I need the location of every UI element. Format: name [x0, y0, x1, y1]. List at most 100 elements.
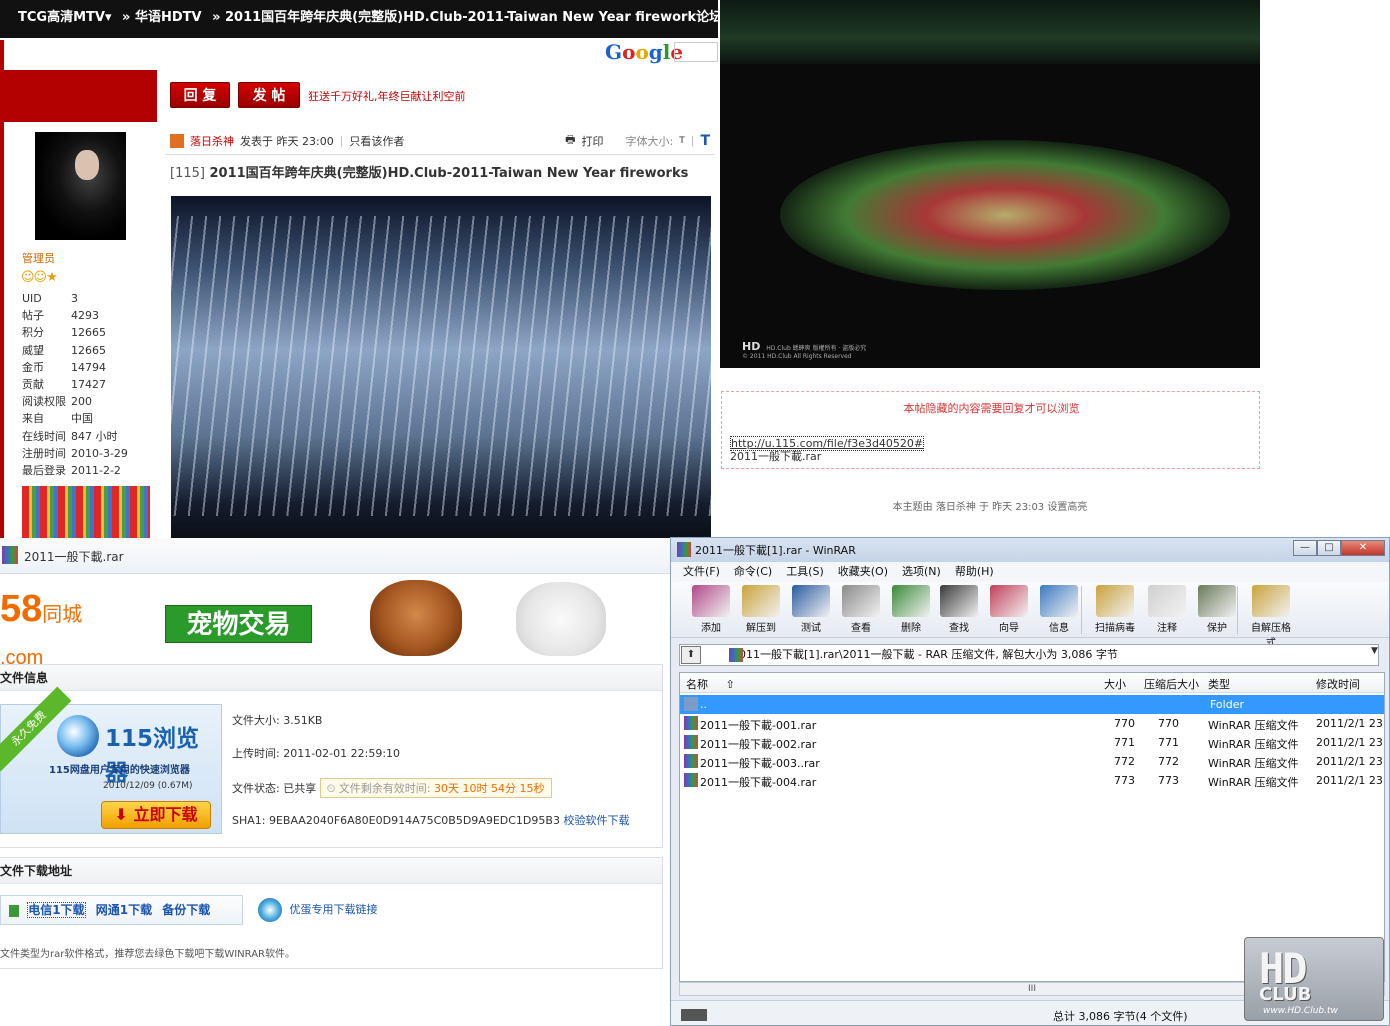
sha-tool-link[interactable]: 校验软件下载: [563, 814, 629, 827]
path-bar[interactable]: 2011一般下載[1].rar\2011一般下載 - RAR 压缩文件, 解包大…: [679, 644, 1379, 666]
close-button[interactable]: ✕: [1341, 540, 1385, 556]
file-row[interactable]: .. Folder: [680, 695, 1384, 714]
tool-icon: [842, 585, 880, 617]
user-stat-row: 金币 14794: [22, 359, 128, 376]
reply-button[interactable]: 回 复: [170, 82, 230, 108]
stat-value: 中国: [71, 412, 93, 426]
user-role[interactable]: 管理员: [22, 250, 55, 266]
download-now-button[interactable]: ⬇ 立即下载: [101, 801, 211, 829]
status-total: 总计 3,086 字节(4 个文件): [1053, 1010, 1188, 1023]
tool-button[interactable]: 解压到: [737, 585, 785, 634]
tool-button[interactable]: 扫描病毒: [1091, 585, 1139, 634]
tool-button[interactable]: 添加: [687, 585, 735, 634]
netcom-download-link[interactable]: 网通1下载: [96, 903, 152, 917]
menu-item[interactable]: 收藏夹(O): [838, 562, 888, 582]
col-modified[interactable]: 修改时间: [1316, 676, 1360, 692]
backup-download-link[interactable]: 备份下载: [162, 903, 210, 917]
58-logo[interactable]: 58同城 .com: [0, 588, 82, 674]
breadcrumb-item[interactable]: » 华语HDTV: [122, 10, 202, 25]
chevron-down-icon[interactable]: ▼: [1371, 646, 1378, 656]
tool-button[interactable]: 信息: [1035, 585, 1083, 634]
google-search-input[interactable]: [674, 42, 718, 62]
up-folder-button[interactable]: ⬆: [681, 646, 701, 664]
breadcrumb-item[interactable]: TCG高清MTV▾: [18, 10, 111, 25]
rar-file-icon: [684, 735, 698, 749]
tool-icon: [1040, 585, 1078, 617]
pet-trade-banner[interactable]: 宠物交易: [165, 605, 312, 643]
minimize-button[interactable]: —: [1293, 540, 1317, 556]
city-lights: [720, 0, 1260, 64]
tool-icon: [940, 585, 978, 617]
tool-button[interactable]: 注释: [1143, 585, 1191, 634]
file-type-note: 文件类型为rar软件格式，推荐您去绿色下载吧下载WINRAR软件。: [0, 949, 295, 960]
user-stat-row: 在线时间 847 小时: [22, 428, 128, 445]
watermark-line2: © 2011 HD.Club All Rights Reserved: [742, 353, 852, 360]
file-row[interactable]: 2011一般下載-001.rar 770 770 WinRAR 压缩文件 2011/2/…: [680, 714, 1384, 733]
file-row[interactable]: 2011一般下載-002.rar 771 771 WinRAR 压缩文件 2011/2/…: [680, 733, 1384, 752]
tab-title[interactable]: 2011一般下載.rar: [24, 548, 124, 565]
sort-up-icon: ⇧: [725, 678, 735, 691]
file-packed-size: 773: [1158, 774, 1179, 787]
menu-item[interactable]: 帮助(H): [955, 562, 994, 582]
fireworks-photo: [171, 196, 711, 538]
telecom-download-link[interactable]: 电信1下载: [27, 902, 86, 918]
115-browser-promo[interactable]: 永久免费 115浏览器 115网盘用户专用的快速浏览器 2010/12/09 (…: [0, 686, 222, 834]
tool-button[interactable]: 向导: [985, 585, 1033, 634]
file-size-label: 文件大小:: [232, 714, 280, 727]
youdan-label: 优蛋专用下载链接: [289, 903, 378, 916]
file-name: 2011一般下載-002.rar: [700, 738, 817, 751]
poodle-image[interactable]: [370, 580, 462, 656]
breadcrumb-item[interactable]: » 2011国百年跨年庆典(完整版)HD.Club-2011-Taiwan Ne…: [212, 10, 718, 25]
print-link[interactable]: 打印: [582, 133, 604, 149]
file-name: 2011一般下載-001.rar: [700, 719, 817, 732]
remaining-label: 文件剩余有效时间:: [338, 782, 431, 795]
stat-value: 12665: [71, 343, 106, 357]
tool-button[interactable]: 查找: [935, 585, 983, 634]
file-modified: 2011/2/1 23: [1316, 717, 1383, 730]
col-name[interactable]: 名称 ⇧: [686, 676, 735, 692]
58-logo-number: 58: [0, 588, 43, 630]
file-row[interactable]: 2011一般下載-004.rar 773 773 WinRAR 压缩文件 2011/2/…: [680, 771, 1384, 790]
menu-item[interactable]: 选项(N): [902, 562, 941, 582]
title-bar[interactable]: 2011一般下載[1].rar - WinRAR — □ ✕: [671, 538, 1389, 562]
tool-button[interactable]: 查看: [837, 585, 885, 634]
winrar-icon: [677, 542, 691, 557]
promo-link[interactable]: 狂送千万好礼,年终巨献让利空前: [308, 88, 466, 104]
file-row[interactable]: 2011一般下載-003..rar 772 772 WinRAR 压缩文件 2011/2…: [680, 752, 1384, 771]
new-post-button[interactable]: 发 帖: [238, 82, 300, 108]
highlight-note: 本主题由 落日杀神 于 昨天 23:03 设置高亮: [892, 502, 1088, 513]
print-icon: 🖶: [565, 133, 576, 146]
tool-button[interactable]: 自解压格式: [1247, 585, 1295, 649]
only-author-link[interactable]: 只看该作者: [349, 133, 404, 149]
divider: |: [690, 134, 695, 147]
col-type[interactable]: 类型: [1208, 676, 1230, 692]
post-author[interactable]: 落日杀神: [190, 133, 234, 149]
stat-value: 2010-3-29: [71, 446, 128, 460]
115-logo-icon: [57, 715, 99, 757]
youdan-link[interactable]: 优蛋专用下载链接: [258, 898, 378, 922]
stat-label: 威望: [22, 343, 44, 357]
user-stat-row: 最后登录 2011-2-2: [22, 462, 128, 479]
avatar[interactable]: [35, 132, 126, 240]
stat-value: 3: [71, 292, 78, 305]
menu-item[interactable]: 文件(F): [683, 562, 720, 582]
col-packed[interactable]: 压缩后大小: [1144, 676, 1199, 692]
menu-item[interactable]: 工具(S): [786, 562, 824, 582]
font-large-button[interactable]: T: [700, 133, 710, 149]
maximize-button[interactable]: □: [1317, 540, 1341, 556]
tool-button[interactable]: 保护: [1193, 585, 1241, 634]
font-small-button[interactable]: T: [679, 136, 685, 146]
user-stat-row: 贡献 17427: [22, 376, 128, 393]
tool-icon: [990, 585, 1028, 617]
download-arrow-icon: [9, 904, 19, 917]
col-size[interactable]: 大小: [1104, 676, 1126, 692]
menu-item[interactable]: 命令(C): [734, 562, 772, 582]
tool-button[interactable]: 删除: [887, 585, 935, 634]
file-size-value: 3.51KB: [283, 714, 323, 727]
115-browser-name: 115浏览器: [105, 726, 200, 786]
115-browser-version: 2010/12/09 (0.67M): [103, 781, 193, 791]
westie-image[interactable]: [516, 582, 606, 656]
tool-button[interactable]: 测试: [787, 585, 835, 634]
stat-label: 金币: [22, 360, 44, 374]
list-header: 名称 ⇧ 大小 压缩后大小 类型 修改时间: [680, 673, 1384, 693]
